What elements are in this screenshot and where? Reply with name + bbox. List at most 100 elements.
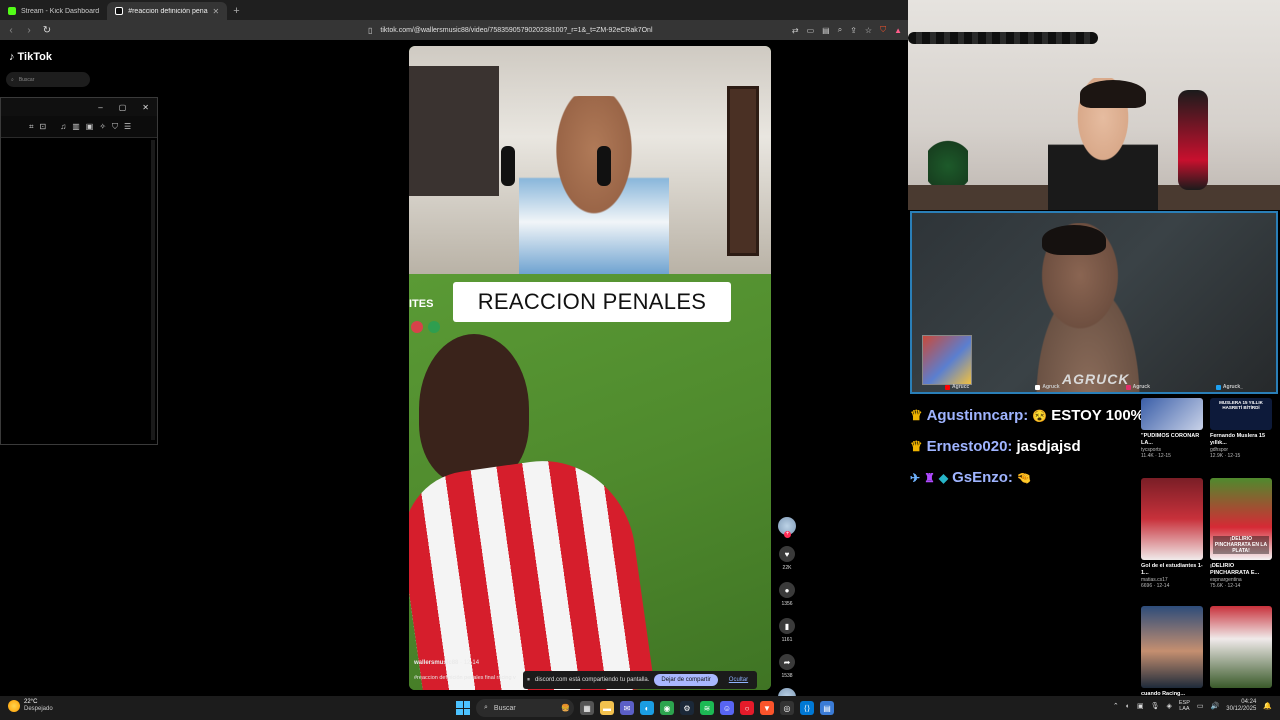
file-explorer-icon[interactable]: ▬: [600, 701, 614, 715]
follow-plus-icon[interactable]: +: [784, 531, 791, 538]
language-indicator[interactable]: ESP LAA: [1179, 700, 1190, 712]
football-player: [409, 334, 655, 690]
chat-emote: 😵: [1032, 408, 1048, 423]
install-icon[interactable]: ▭: [807, 26, 815, 35]
discord-icon[interactable]: ☺: [720, 701, 734, 715]
related-video-card[interactable]: ¡DELIRIO PINCHARRATA EN LA PLATA! ¡DELIR…: [1210, 478, 1272, 590]
edge-icon[interactable]: ◐: [640, 701, 654, 715]
youtube-handle-text: Agrucc: [952, 384, 970, 390]
volume-icon[interactable]: 🔊: [1211, 702, 1220, 710]
related-videos: "PUDIMOS CORONAR LA... tycsports 11.4K ·…: [1140, 398, 1280, 697]
video-description[interactable]: #reaccion definición penales final racin…: [414, 675, 516, 681]
clock[interactable]: 04:24 30/12/2025: [1226, 699, 1256, 713]
menu-icon[interactable]: ☰: [124, 122, 131, 131]
layout-icon[interactable]: ▥: [72, 122, 80, 131]
related-video-card[interactable]: cuando Racing...: [1141, 606, 1203, 705]
notepad-icon[interactable]: ▤: [820, 701, 834, 715]
rewards-icon[interactable]: ▲: [894, 26, 902, 35]
game-thumbnail: [922, 335, 972, 385]
steam-icon[interactable]: ⚙: [680, 701, 694, 715]
reload-icon[interactable]: ↻: [42, 25, 52, 36]
video-author[interactable]: wallersmusic88: [414, 660, 458, 666]
chat-username: Ernesto020:: [926, 438, 1013, 455]
share-arrow-icon[interactable]: ➦: [779, 654, 795, 670]
scrollbar[interactable]: [151, 140, 155, 440]
window-icon[interactable]: ▣: [86, 122, 94, 131]
instagram-icon: [1125, 384, 1131, 390]
floating-player-window[interactable]: – ▢ ✕ ⌗ ⊡ ♫ ▥ ▣ ✧ ⛉ ☰: [0, 97, 158, 445]
spotify-icon[interactable]: ≋: [700, 701, 714, 715]
tab-title: Stream - Kick Dashboard: [21, 7, 100, 15]
video-thumbnail: [1141, 606, 1203, 688]
stop-sharing-button[interactable]: Dejar de compartir: [654, 674, 718, 686]
task-view-icon[interactable]: ▦: [580, 701, 594, 715]
tray-app-icon[interactable]: ◈: [1167, 702, 1172, 710]
tab-tiktok-video[interactable]: #reaccion definición penales fin ✕: [107, 2, 228, 20]
obs-icon[interactable]: ◎: [780, 701, 794, 715]
tray-app-icon[interactable]: ▣: [1137, 702, 1144, 710]
back-icon[interactable]: ‹: [6, 25, 16, 36]
video-stats: 6696 · 12-14: [1141, 583, 1170, 589]
share-icon[interactable]: ⇪: [850, 26, 857, 35]
taskbar-search[interactable]: ⌕ Buscar 🍔: [476, 699, 574, 717]
opera-icon[interactable]: ○: [740, 701, 754, 715]
tray-app-icon[interactable]: ◐: [1126, 703, 1130, 710]
cast-icon[interactable]: ▤: [822, 26, 830, 35]
sub-badge-icon: ♜: [924, 470, 935, 485]
windows-start-icon[interactable]: [456, 701, 470, 715]
weather-widget[interactable]: 22°C Despejado: [8, 699, 53, 713]
tiktok-logo-text: TikTok: [17, 51, 52, 63]
comment-icon[interactable]: ●: [779, 582, 795, 598]
puzzle-icon[interactable]: ✧: [99, 122, 106, 131]
kick-favicon-icon: [8, 7, 16, 15]
vscode-icon[interactable]: ⟨⟩: [800, 701, 814, 715]
bookmark-icon[interactable]: ▮: [779, 618, 795, 634]
share-count: 1538: [781, 673, 793, 679]
address-bar[interactable]: ▯ tiktok.com/@wallersmusic88/video/75835…: [360, 23, 784, 37]
new-tab-button[interactable]: +: [227, 5, 245, 20]
streamer-room-cam: [908, 0, 1280, 210]
bookmark-icon[interactable]: ▯: [368, 26, 372, 35]
chat-text: jasdjajsd: [1016, 438, 1081, 455]
twitter-handle-text: Agruck_: [1222, 384, 1243, 390]
tiktok-logo[interactable]: ♪ TikTok: [9, 51, 52, 63]
chrome-icon[interactable]: ◉: [660, 701, 674, 715]
like-icon[interactable]: ♥: [779, 546, 795, 562]
network-icon[interactable]: ▭: [1197, 702, 1204, 710]
share-message: discord.com está compartiendo tu pantall…: [535, 677, 650, 683]
screenshot-icon[interactable]: ⊡: [40, 122, 47, 131]
tray-chevron-icon[interactable]: ⌃: [1113, 702, 1119, 710]
microphone-icon[interactable]: 🎙: [1151, 702, 1160, 710]
maximize-icon[interactable]: ▢: [119, 103, 127, 112]
shield-icon[interactable]: ⛉: [112, 122, 118, 132]
brave-icon[interactable]: ▼: [760, 701, 774, 715]
teams-icon[interactable]: ✉: [620, 701, 634, 715]
minimize-icon[interactable]: –: [98, 103, 102, 112]
star-icon[interactable]: ☆: [865, 26, 872, 35]
windows-taskbar: 22°C Despejado ⌕ Buscar 🍔 ▦ ▬ ✉ ◐ ◉ ⚙ ≋ …: [0, 696, 1280, 720]
browser-tabbar: Stream - Kick Dashboard #reaccion defini…: [0, 0, 908, 20]
music-icon[interactable]: ♫: [60, 122, 66, 131]
related-video-card[interactable]: Gol de el estudiantes 1-1... matias.cs17…: [1141, 478, 1203, 590]
video-thumbnail: [1210, 606, 1272, 688]
related-video-card[interactable]: [1210, 606, 1272, 688]
tiktok-video-player[interactable]: ITES REACCION PENALES wallersmusic88 · 1…: [409, 46, 771, 690]
close-tab-icon[interactable]: ✕: [213, 7, 220, 16]
pause-icon: ⏸: [527, 676, 531, 683]
translate-icon[interactable]: ⇄: [792, 26, 799, 35]
hide-share-bar-link[interactable]: Ocultar: [729, 677, 748, 683]
tab-kick-dashboard[interactable]: Stream - Kick Dashboard: [0, 2, 107, 20]
forward-icon[interactable]: ›: [24, 25, 34, 36]
zoom-icon[interactable]: ⌕: [838, 25, 842, 35]
related-video-card[interactable]: MUSLERA 15 YILLIK HASRETİ BİTİRDİ Fernan…: [1210, 398, 1272, 460]
tiktok-search-input[interactable]: ⌕ Buscar: [6, 72, 90, 87]
social-handles: Agrucc Agruck Agruck Agruck_: [912, 384, 1276, 390]
author-avatar[interactable]: +: [778, 517, 796, 538]
chat-icon[interactable]: ⌗: [29, 122, 34, 132]
brave-shield-icon[interactable]: ⛉: [880, 25, 886, 35]
notifications-icon[interactable]: 🔔: [1263, 702, 1272, 710]
related-video-card[interactable]: "PUDIMOS CORONAR LA... tycsports 11.4K ·…: [1141, 398, 1203, 460]
window-toolbar: ⌗ ⊡ ♫ ▥ ▣ ✧ ⛉ ☰: [1, 116, 157, 138]
video-stats: 12.9K · 12-15: [1210, 453, 1241, 459]
close-icon[interactable]: ✕: [142, 103, 149, 112]
